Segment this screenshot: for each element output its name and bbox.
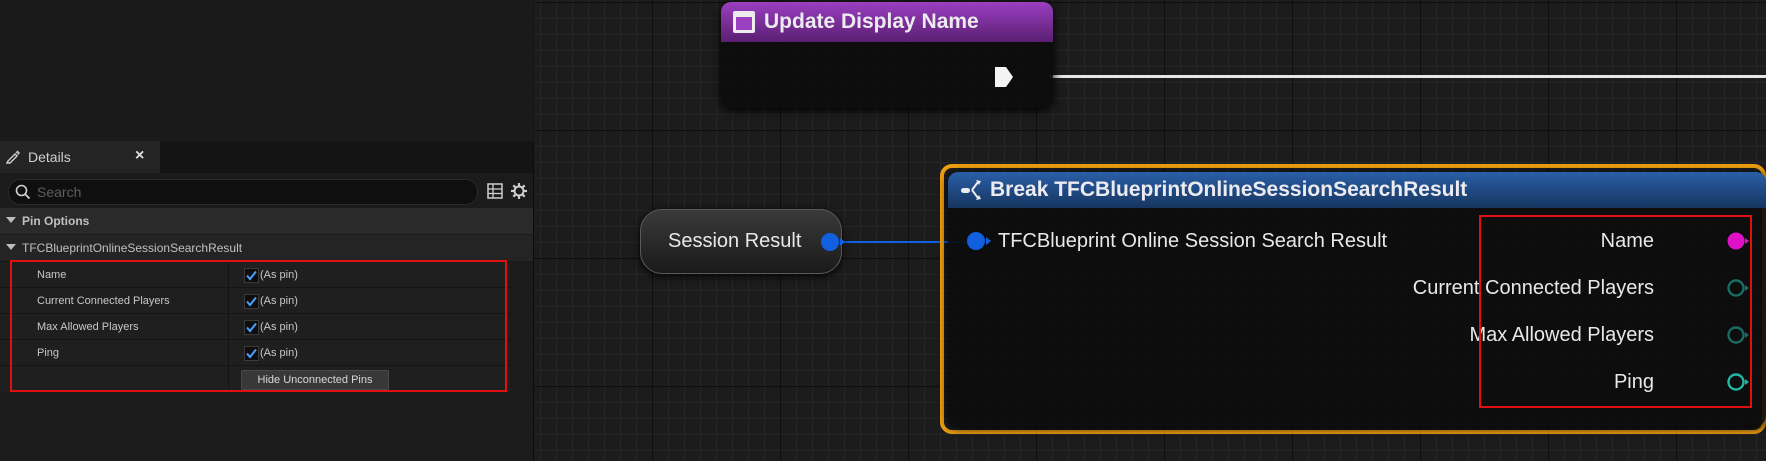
highlight-box — [10, 260, 507, 392]
session-result-label: Session Result — [668, 230, 802, 252]
event-node-title: Update Display Name — [764, 10, 979, 33]
event-node-header: Update Display Name — [721, 2, 1053, 42]
table-view-icon[interactable] — [485, 181, 505, 201]
search-input[interactable]: Search — [8, 179, 478, 205]
collapse-arrow-icon — [6, 244, 16, 250]
details-panel: Details × Search Pin Options TFCBlueprin… — [0, 141, 534, 461]
close-icon[interactable]: × — [135, 147, 144, 165]
event-node-update-display-name[interactable]: Update Display Name — [721, 2, 1053, 108]
blueprint-graph[interactable]: Update Display Name Session Result Break… — [534, 0, 1766, 461]
tab-bar: Details × — [0, 141, 533, 173]
session-result-variable-node[interactable]: Session Result — [640, 209, 845, 274]
section-pin-options[interactable]: Pin Options — [0, 208, 533, 234]
exec-wire — [1050, 75, 1766, 78]
gear-icon[interactable] — [509, 181, 529, 201]
viewport-area — [0, 0, 533, 141]
struct-pin-in-icon[interactable] — [966, 231, 992, 251]
input-pin-label: TFCBlueprint Online Session Search Resul… — [998, 230, 1388, 252]
exec-out-pin-icon[interactable] — [993, 65, 1015, 89]
break-struct-node[interactable]: Break TFCBlueprintOnlineSessionSearchRes… — [948, 172, 1766, 426]
highlight-box — [1479, 215, 1752, 408]
break-node-header: Break TFCBlueprintOnlineSessionSearchRes… — [948, 172, 1766, 208]
break-struct-icon — [961, 180, 981, 200]
tab-details[interactable]: Details × — [0, 141, 160, 173]
break-node-title: Break TFCBlueprintOnlineSessionSearchRes… — [990, 178, 1468, 201]
collapse-arrow-icon — [6, 217, 16, 223]
search-icon — [15, 184, 31, 200]
section-struct-label: TFCBlueprintOnlineSessionSearchResult — [22, 241, 243, 255]
search-placeholder: Search — [37, 184, 82, 200]
section-pin-options-label: Pin Options — [22, 214, 90, 228]
tab-details-label: Details — [28, 149, 71, 165]
section-struct[interactable]: TFCBlueprintOnlineSessionSearchResult — [0, 235, 533, 261]
function-icon — [733, 11, 755, 33]
pencil-icon — [6, 150, 20, 164]
struct-pin-out-icon[interactable] — [820, 232, 846, 252]
